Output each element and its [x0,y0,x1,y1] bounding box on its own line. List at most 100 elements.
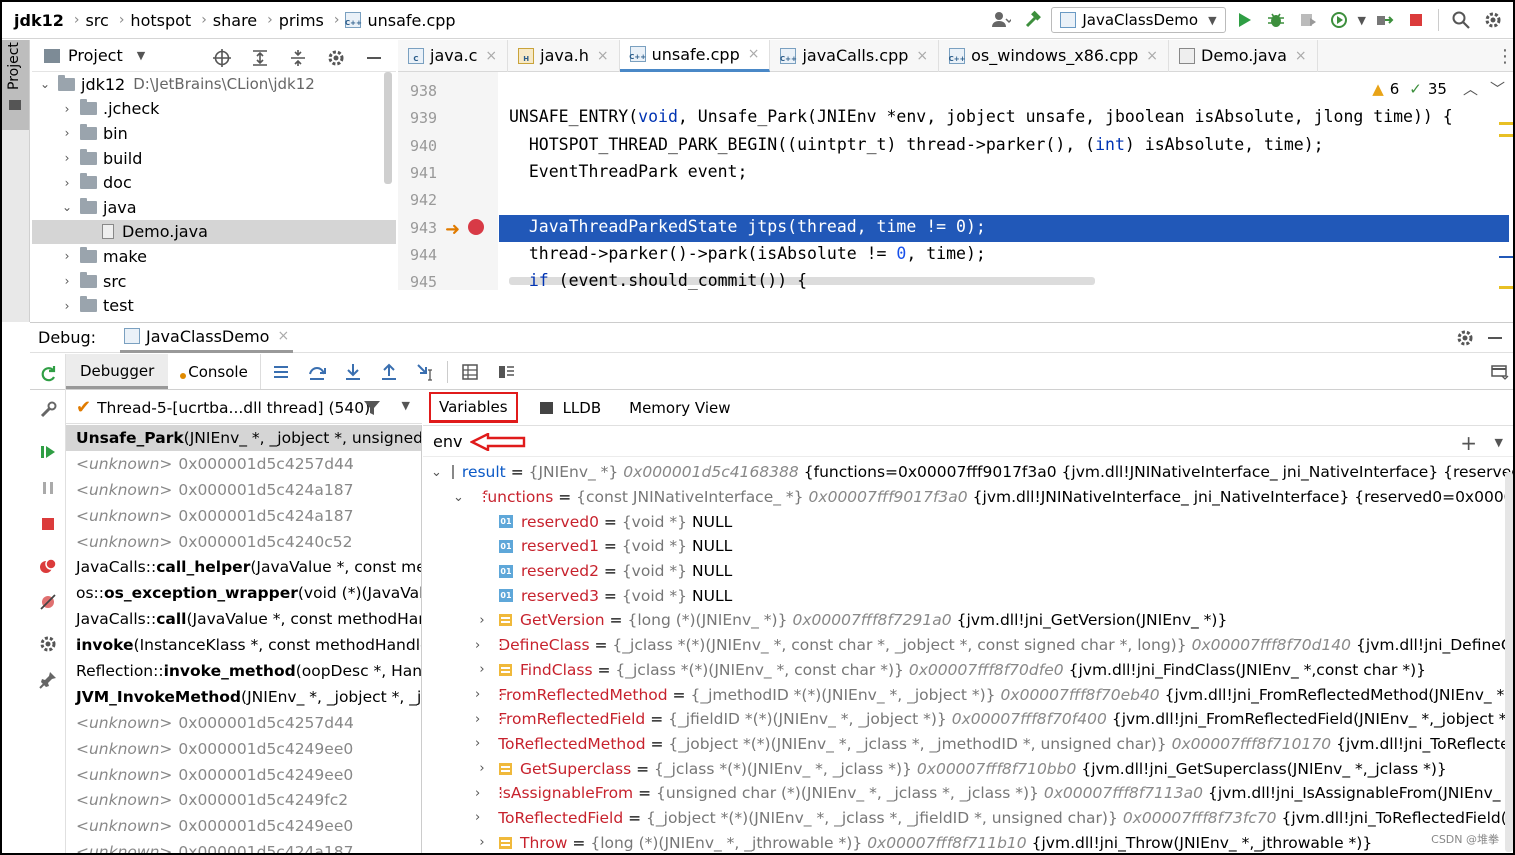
collapse-all-icon[interactable] [284,44,312,72]
editor-tab[interactable]: Cjava.c × [398,39,509,72]
mute-breakpoints-icon[interactable] [34,588,62,616]
chevron-up-icon[interactable]: ︿ [1463,78,1478,99]
tree-item[interactable]: › bin [32,121,396,146]
stack-frame[interactable]: os:: os_exception_wrapper (void (*)(JavaVa… [66,580,421,606]
expand-all-icon[interactable] [246,44,274,72]
tree-item[interactable]: › make [32,244,396,269]
locate-target-icon[interactable] [208,44,236,72]
variable-row[interactable]: 01 reserved3 = {void *} NULL [423,583,1513,608]
tree-item[interactable]: › src [32,269,396,294]
stack-frame[interactable]: Reflection:: invoke_method (oopDesc *, Han… [66,658,421,684]
stack-frame[interactable]: JVM_InvokeMethod (JNIEnv_ *, _jobject *, … [66,684,421,710]
chevron-down-icon[interactable]: ⌄ [431,465,442,480]
chevron-down-icon[interactable]: ▼ [137,49,145,62]
stack-frame[interactable]: <unknown> 0x000001d5c4249ee0 [66,762,421,788]
variable-row[interactable]: › IsAssignableFrom = {unsigned char (*)(J… [423,781,1513,806]
breadcrumb-item[interactable]: prims [279,11,324,30]
editor-tab[interactable]: C++ javaCalls.cpp × [770,39,940,72]
close-icon[interactable]: × [277,328,289,344]
close-icon[interactable]: × [1295,48,1307,64]
tree-item[interactable]: › build [32,146,396,171]
layout-columns-icon[interactable] [492,358,520,386]
project-tool-tab[interactable]: Project [2,40,29,130]
profile-icon[interactable] [1326,6,1354,34]
settings-gear-icon[interactable] [34,630,62,658]
tab-console[interactable]: Console [168,363,260,381]
tree-item[interactable]: ⌄ java [32,195,396,220]
variable-row[interactable]: › GetVersion = {long (*)(JNIEnv_ *)} 0x000… [423,608,1513,633]
close-icon[interactable]: × [1146,48,1158,64]
step-into-icon[interactable] [339,358,367,386]
breadcrumb-item[interactable]: hotspot [130,11,191,30]
chevron-right-icon[interactable]: › [475,761,489,776]
chevron-right-icon[interactable]: › [475,712,480,727]
chevron-right-icon[interactable]: › [475,613,489,628]
rerun-icon[interactable] [34,360,62,388]
variables-scrollbar[interactable] [1505,472,1513,852]
variable-row[interactable]: ⌄ result = {JNIEnv_ *} 0x000001d5c4168388{… [423,460,1513,485]
user-icon[interactable] [987,6,1015,34]
build-hammer-icon[interactable] [1019,6,1047,34]
pin-icon[interactable] [34,666,62,694]
variable-row[interactable]: › FindClass = {_jclass *(*)(JNIEnv_ *, co… [423,658,1513,683]
pause-icon[interactable] [34,474,62,502]
chevron-down-icon[interactable]: ▼ [1358,14,1366,27]
tab-lldb[interactable]: LLDB [539,399,601,417]
variable-row[interactable]: ⌄ functions = {const JNINativeInterface_ … [423,485,1513,510]
chevron-right-icon[interactable]: › [60,299,74,313]
variable-row[interactable]: › DefineClass = {_jclass *(*)(JNIEnv_ *, … [423,633,1513,658]
variable-row[interactable]: › ToReflectedMethod = {_jobject *(*)(JNIE… [423,732,1513,757]
tree-item[interactable]: › test [32,293,396,318]
chevron-right-icon[interactable]: › [60,126,74,140]
tree-item[interactable]: › doc [32,170,396,195]
chevron-right-icon[interactable]: › [60,176,74,190]
stack-frame[interactable]: <unknown> 0x000001d5c424a187 [66,477,421,503]
stack-frame[interactable]: <unknown> 0x000001d5c4249ee0 [66,813,421,839]
variable-row[interactable]: › FromReflectedField = {_jfieldID *(*)(JN… [423,707,1513,732]
stop-icon[interactable] [1402,6,1430,34]
variable-row[interactable]: 01 reserved1 = {void *} NULL [423,534,1513,559]
attach-process-icon[interactable] [1370,6,1398,34]
menu-lines-icon[interactable] [267,358,295,386]
tree-item[interactable]: › .jcheck [32,97,396,122]
breadcrumb-item[interactable]: unsafe.cpp [367,11,455,30]
stack-frame[interactable]: <unknown> 0x000001d5c4257d44 [66,451,421,477]
breadcrumb-item[interactable]: jdk12 [14,11,64,30]
stack-frame[interactable]: Unsafe_Park (JNIEnv_ *, _jobject *, unsig… [66,425,421,451]
editor-tab[interactable]: Demo.java × [1169,39,1318,72]
run-to-cursor-icon[interactable] [411,358,439,386]
coverage-icon[interactable] [1294,6,1322,34]
tree-root[interactable]: ⌄ jdk12 D:\JetBrains\CLion\jdk12 [32,72,396,97]
breakpoint-icon[interactable] [468,219,484,235]
stack-frame[interactable]: invoke (InstanceKlass *, const methodHand… [66,632,421,658]
run-configuration-select[interactable]: JavaClassDemo ▼ [1051,7,1226,33]
settings-gear-icon[interactable] [322,44,350,72]
add-watch-icon[interactable]: + [1460,431,1477,455]
chevron-right-icon[interactable]: › [475,736,480,751]
tab-debugger[interactable]: Debugger [66,354,169,389]
close-icon[interactable]: × [916,48,928,64]
chevron-right-icon[interactable]: › [475,810,480,825]
hide-minus-icon[interactable] [1481,324,1509,352]
chevron-right-icon[interactable]: › [60,249,74,263]
stack-frame[interactable]: <unknown> 0x000001d5c424a187 [66,503,421,529]
step-out-icon[interactable] [375,358,403,386]
view-breakpoints-icon[interactable] [34,552,62,580]
step-over-icon[interactable] [303,358,331,386]
close-icon[interactable]: × [597,48,609,64]
inspection-widget[interactable]: ▲ 6 ✓ 35 ︿ ﹀ [1372,78,1505,99]
more-options-icon[interactable]: ⋮ [1496,46,1513,67]
filter-icon[interactable] [362,398,382,418]
settings-gear-icon[interactable] [1479,6,1507,34]
tab-memory-view[interactable]: Memory View [629,399,730,417]
stack-frame[interactable]: <unknown> 0x000001d5c4249ee0 [66,736,421,762]
stack-frame[interactable]: JavaCalls:: call_helper (JavaValue *, cons… [66,554,421,580]
variable-row[interactable]: › GetSuperclass = {_jclass *(*)(JNIEnv_ *… [423,756,1513,781]
stack-frame[interactable]: <unknown> 0x000001d5c424a187 [66,839,421,853]
chevron-down-icon[interactable]: ⌄ [38,77,52,91]
variable-row[interactable]: › Throw = {long (*)(JNIEnv_ *, _jthrowabl… [423,830,1513,853]
chevron-right-icon[interactable]: › [60,102,74,116]
variable-row[interactable]: › ToReflectedField = {_jobject *(*)(JNIEn… [423,806,1513,831]
tree-item[interactable]: Demo.java [32,219,396,245]
hide-minus-icon[interactable] [360,44,388,72]
